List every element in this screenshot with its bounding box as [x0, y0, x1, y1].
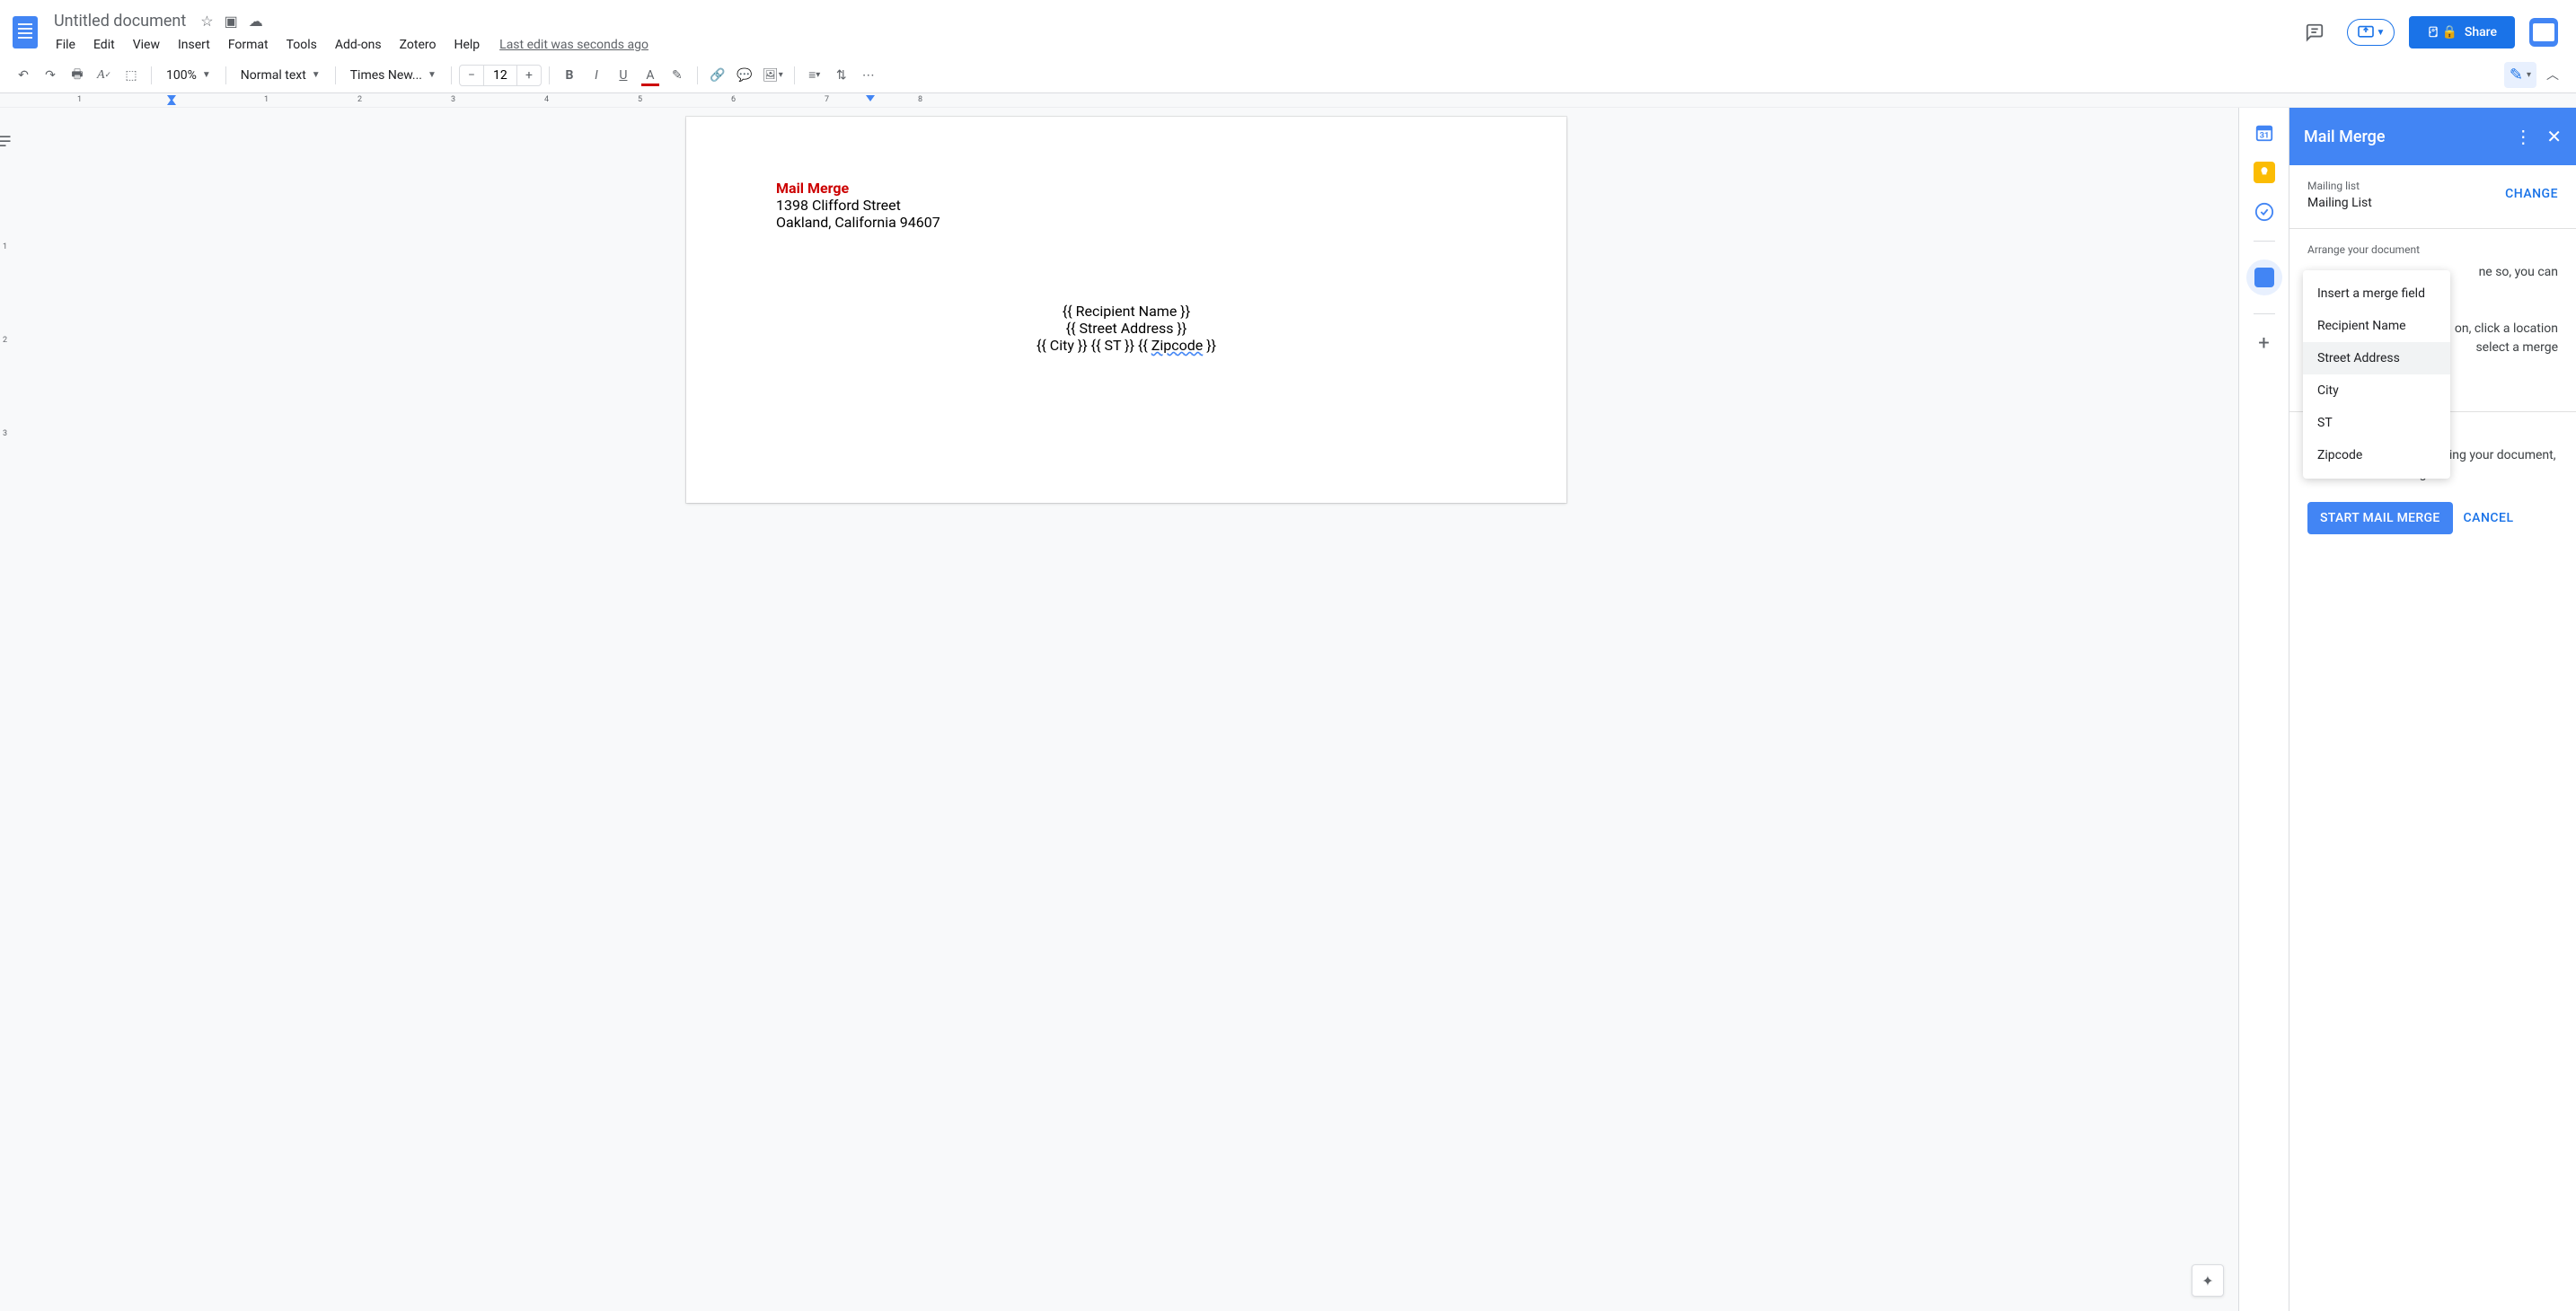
collapse-toolbar-button[interactable]: ︿	[2540, 62, 2565, 87]
horizontal-ruler[interactable]: 1 1 2 3 4 5 6 7 8	[0, 93, 2576, 108]
menu-format[interactable]: Format	[221, 34, 276, 56]
cloud-icon[interactable]: ☁	[249, 13, 263, 30]
zoom-select[interactable]: 100%▼	[159, 63, 218, 88]
italic-button[interactable]: I	[584, 63, 609, 88]
print-button[interactable]: 🖶	[65, 63, 90, 88]
outline-toggle-icon[interactable]	[0, 126, 20, 158]
sidebar-title: Mail Merge	[2304, 128, 2386, 146]
merge-field-dropdown: Insert a merge field Recipient Name Stre…	[2303, 270, 2450, 479]
addon-header-icon[interactable]	[2529, 18, 2558, 47]
ruler-tick: 7	[825, 95, 829, 104]
explore-button[interactable]: ✦	[2192, 1264, 2224, 1297]
v-ruler-tick: 3	[3, 429, 7, 438]
bold-button[interactable]: B	[557, 63, 582, 88]
mail-merge-addon-icon[interactable]	[2246, 260, 2282, 295]
arrange-label: Arrange your document	[2307, 243, 2558, 256]
font-size-decrease[interactable]: −	[459, 65, 484, 86]
menu-addons[interactable]: Add-ons	[328, 34, 389, 56]
menu-view[interactable]: View	[126, 34, 167, 56]
ruler-tick: 8	[918, 95, 922, 104]
menu-tools[interactable]: Tools	[279, 34, 324, 56]
menu-help[interactable]: Help	[446, 34, 487, 56]
paragraph-style-select[interactable]: Normal text▼	[234, 63, 328, 88]
cancel-button[interactable]: CANCEL	[2464, 511, 2514, 525]
undo-button[interactable]: ↶	[11, 63, 36, 88]
doc-address-line1: 1398 Clifford Street	[776, 197, 1477, 214]
change-button[interactable]: CHANGE	[2505, 187, 2558, 201]
paint-format-button[interactable]: ⬚	[119, 63, 144, 88]
underline-button[interactable]: U	[611, 63, 636, 88]
comment-button[interactable]: 💬	[732, 63, 757, 88]
spellcheck-button[interactable]: A✓	[92, 63, 117, 88]
menu-bar: File Edit View Insert Format Tools Add-o…	[49, 34, 2297, 56]
menu-file[interactable]: File	[49, 34, 83, 56]
image-button[interactable]: 🖼▾	[759, 63, 787, 88]
star-icon[interactable]: ☆	[200, 13, 213, 30]
font-size-increase[interactable]: +	[516, 65, 542, 86]
move-icon[interactable]: ▣	[225, 13, 238, 30]
document-title[interactable]: Untitled document	[49, 10, 191, 32]
ruler-tick: 2	[357, 95, 362, 104]
present-button[interactable]: ▼	[2347, 19, 2395, 46]
menu-insert[interactable]: Insert	[171, 34, 217, 56]
comments-icon[interactable]	[2297, 14, 2333, 50]
v-ruler-tick: 2	[3, 336, 7, 345]
doc-address-line2: Oakland, California 94607	[776, 214, 1477, 231]
doc-heading: Mail Merge	[776, 180, 1477, 197]
dropdown-insert-field[interactable]: Insert a merge field	[2303, 277, 2450, 310]
ruler-tick: 5	[638, 95, 642, 104]
highlight-button[interactable]: ✎	[665, 63, 690, 88]
svg-text:31: 31	[2259, 132, 2269, 141]
merge-field-street: {{ Street Address }}	[776, 320, 1477, 337]
dropdown-city[interactable]: City	[2303, 374, 2450, 407]
redo-button[interactable]: ↷	[38, 63, 63, 88]
last-edit-link[interactable]: Last edit was seconds ago	[499, 38, 648, 52]
link-button[interactable]: 🔗	[705, 63, 730, 88]
document-page[interactable]: Mail Merge 1398 Clifford Street Oakland,…	[686, 117, 1566, 503]
dropdown-zipcode[interactable]: Zipcode	[2303, 439, 2450, 471]
font-size-input[interactable]	[484, 65, 516, 86]
mail-merge-sidebar: Mail Merge ⋮ ✕ Mailing list Mailing List…	[2289, 108, 2576, 1311]
ruler-tick: 4	[544, 95, 549, 104]
ruler-tick: 3	[451, 95, 455, 104]
sidebar-header: Mail Merge ⋮ ✕	[2289, 108, 2576, 165]
right-rail: 31 +	[2238, 108, 2289, 1311]
merge-field-city-line: {{ City }} {{ ST }} {{ Zipcode }}	[776, 337, 1477, 354]
text-color-button[interactable]: A	[638, 63, 663, 88]
app-header: Untitled document ☆ ▣ ☁ File Edit View I…	[0, 0, 2576, 57]
font-select[interactable]: Times New...▼	[343, 63, 444, 88]
keep-icon[interactable]	[2254, 162, 2275, 183]
get-addons-icon[interactable]: +	[2254, 332, 2275, 354]
menu-edit[interactable]: Edit	[86, 34, 122, 56]
docs-logo[interactable]	[7, 14, 43, 50]
toolbar: ↶ ↷ 🖶 A✓ ⬚ 100%▼ Normal text▼ Times New.…	[0, 57, 2576, 93]
ruler-right-indent[interactable]	[866, 95, 875, 101]
dropdown-recipient-name[interactable]: Recipient Name	[2303, 310, 2450, 342]
vertical-ruler[interactable]: 1 2 3	[0, 108, 14, 1311]
ruler-tick: 6	[731, 95, 736, 104]
dropdown-st[interactable]: ST	[2303, 407, 2450, 439]
line-spacing-button[interactable]: ⇅	[829, 63, 854, 88]
start-mail-merge-button[interactable]: START MAIL MERGE	[2307, 502, 2453, 534]
menu-zotero[interactable]: Zotero	[393, 34, 444, 56]
ruler-tick: 1	[77, 95, 82, 104]
share-label: Share	[2465, 25, 2497, 40]
editor-area: 1 2 3 Mail Merge 1398 Clifford Street Oa…	[0, 108, 2238, 1311]
dropdown-street-address[interactable]: Street Address	[2303, 342, 2450, 374]
align-button[interactable]: ≡▾	[802, 63, 827, 88]
sidebar-more-icon[interactable]: ⋮	[2514, 126, 2532, 147]
calendar-icon[interactable]: 31	[2254, 122, 2275, 144]
more-button[interactable]: ⋯	[856, 63, 881, 88]
editing-mode-button[interactable]: ✎▾	[2504, 62, 2536, 88]
share-button[interactable]: 🔒 Share	[2409, 16, 2515, 48]
ruler-tick: 1	[264, 95, 269, 104]
merge-field-recipient: {{ Recipient Name }}	[776, 303, 1477, 320]
sidebar-close-icon[interactable]: ✕	[2546, 126, 2562, 147]
ruler-first-line-indent[interactable]	[167, 99, 176, 105]
tasks-icon[interactable]	[2254, 201, 2275, 223]
v-ruler-tick: 1	[3, 242, 7, 251]
